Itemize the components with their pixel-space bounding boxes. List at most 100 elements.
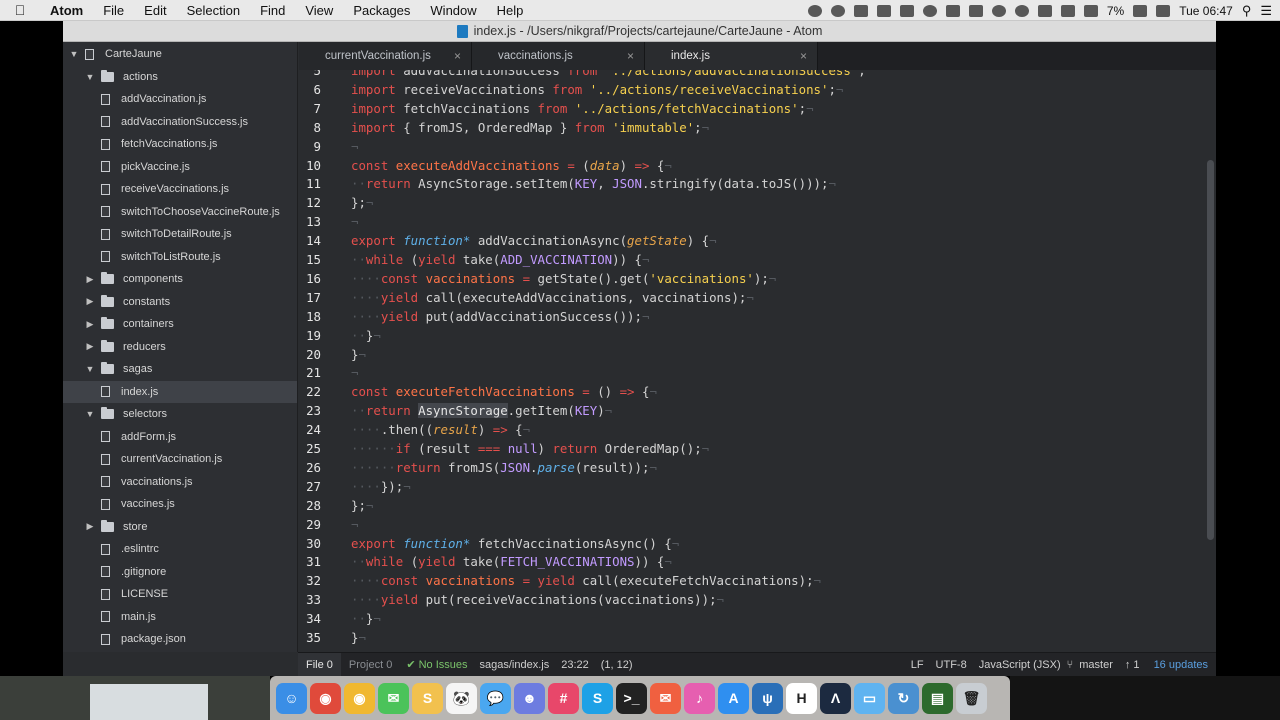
code-line[interactable]: 14 export function* addVaccinationAsync(g… — [299, 231, 1216, 250]
menu-atom[interactable]: Atom — [40, 0, 93, 21]
code-line[interactable]: 25 ······if (result === null) return Orde… — [299, 439, 1216, 458]
tree-file-currentvaccination-js[interactable]: currentVaccination.js — [63, 448, 297, 470]
selection-count[interactable]: (1, 12) — [595, 659, 639, 671]
tree-file-license[interactable]: LICENSE — [63, 583, 297, 605]
tree-file-vaccinations-js[interactable]: vaccinations.js — [63, 471, 297, 493]
code-line[interactable]: 30 export function* fetchVaccinationsAsyn… — [299, 534, 1216, 553]
tree-folder-store[interactable]: ▶ store — [63, 516, 297, 538]
line-ending[interactable]: LF — [905, 659, 930, 671]
chevron-down-icon[interactable]: ▼ — [69, 49, 79, 59]
messages-green-icon[interactable]: ✉ — [378, 682, 409, 714]
code-line[interactable]: 5 import addVaccinationSuccess from '../a… — [299, 70, 1216, 80]
code-line[interactable]: 9 ¬ — [299, 137, 1216, 156]
code-line[interactable]: 35}¬ — [299, 628, 1216, 647]
close-icon[interactable]: × — [454, 42, 461, 70]
clock[interactable]: Tue 06:47 — [1179, 4, 1233, 18]
tree-file-vaccines-js[interactable]: vaccines.js — [63, 493, 297, 515]
tree-folder-reducers[interactable]: ▶ reducers — [63, 336, 297, 358]
tree-folder-sagas[interactable]: ▼ sagas — [63, 358, 297, 380]
bluetooth-icon[interactable] — [1014, 4, 1029, 17]
tree-folder-components[interactable]: ▶ components — [63, 268, 297, 290]
pomodoro-icon[interactable] — [876, 4, 891, 17]
status-file-tab[interactable]: File 0 — [298, 652, 341, 677]
app-store-icon[interactable]: A — [718, 682, 749, 714]
tree-file-fetchvaccinations-js[interactable]: fetchVaccinations.js — [63, 133, 297, 155]
terminal-icon[interactable]: >_ — [616, 682, 647, 714]
tree-file-addform-js[interactable]: addForm.js — [63, 426, 297, 448]
code-line[interactable]: 19 ··}¬ — [299, 326, 1216, 345]
itunes-icon[interactable]: ♪ — [684, 682, 715, 714]
battery-percentage[interactable]: 7% — [1107, 4, 1124, 18]
menu-packages[interactable]: Packages — [343, 0, 420, 21]
tree-file-main-js[interactable]: main.js — [63, 606, 297, 628]
code-line[interactable]: 21 ¬ — [299, 363, 1216, 382]
code-editor[interactable]: 5 import addVaccinationSuccess from '../a… — [299, 70, 1216, 652]
tab-index-js[interactable]: index.js × — [645, 42, 818, 70]
close-icon[interactable]: × — [800, 42, 807, 70]
code-line[interactable]: 7 import fetchVaccinations from '../actio… — [299, 99, 1216, 118]
tree-file-switchtolistroute-js[interactable]: switchToListRoute.js — [63, 246, 297, 268]
chrome-canary-icon[interactable]: ◉ — [344, 682, 375, 714]
sketch-icon[interactable]: S — [412, 682, 443, 714]
butterfly-icon[interactable] — [899, 4, 914, 17]
menu-help[interactable]: Help — [487, 0, 534, 21]
code-line[interactable]: 17 ····yield call(executeAddVaccinations,… — [299, 288, 1216, 307]
linter-status[interactable]: ✔ No Issues — [400, 658, 473, 671]
time-machine-icon[interactable] — [991, 4, 1006, 17]
tree-folder-constants[interactable]: ▶ constants — [63, 291, 297, 313]
code-line[interactable]: 6 import receiveVaccinations from '../act… — [299, 80, 1216, 99]
code-line[interactable]: 31 ··while (yield take(FETCH_VACCINATIONS… — [299, 552, 1216, 571]
code-line[interactable]: 8 import { fromJS, OrderedMap } from 'imm… — [299, 118, 1216, 137]
code-line[interactable]: 11 ··return AsyncStorage.setItem(KEY, JSO… — [299, 174, 1216, 193]
screenshot-icon[interactable] — [807, 4, 822, 17]
menu-edit[interactable]: Edit — [134, 0, 176, 21]
sourcetree-icon[interactable]: ψ — [752, 682, 783, 714]
tree-file-addvaccinationsuccess-js[interactable]: addVaccinationSuccess.js — [63, 111, 297, 133]
tree-file-switchtodetailroute-js[interactable]: switchToDetailRoute.js — [63, 223, 297, 245]
tree-folder-containers[interactable]: ▶ containers — [63, 313, 297, 335]
tree-folder-actions[interactable]: ▼ actions — [63, 66, 297, 88]
istat-icon[interactable] — [968, 4, 983, 17]
folder-icon[interactable]: ▭ — [854, 682, 885, 714]
tree-file-pickvaccine-js[interactable]: pickVaccine.js — [63, 156, 297, 178]
status-project-tab[interactable]: Project 0 — [341, 653, 400, 677]
slack-icon[interactable]: # — [548, 682, 579, 714]
menu-selection[interactable]: Selection — [177, 0, 250, 21]
eject-icon[interactable] — [1037, 4, 1052, 17]
activity-icon[interactable]: ▤ — [922, 682, 953, 714]
spotlight-icon[interactable]: ⚲ — [1242, 3, 1252, 19]
notification-center-icon[interactable]: ☰ — [1260, 3, 1272, 19]
menu-find[interactable]: Find — [250, 0, 295, 21]
tree-file-package-json[interactable]: package.json — [63, 628, 297, 650]
mail-icon[interactable]: ✉ — [650, 682, 681, 714]
code-line[interactable]: 12};¬ — [299, 193, 1216, 212]
wifi-icon[interactable] — [1060, 4, 1075, 17]
grammar[interactable]: JavaScript (JSX) — [973, 659, 1067, 671]
airplay-icon[interactable] — [945, 4, 960, 17]
chevron-right-icon[interactable]: ▶ — [85, 319, 95, 330]
code-line[interactable]: 22 const executeFetchVaccinations = () =>… — [299, 382, 1216, 401]
tree-folder-selectors[interactable]: ▼ selectors — [63, 403, 297, 425]
messages-icon[interactable]: 💬 — [480, 682, 511, 714]
tower-icon[interactable]: ↻ — [888, 682, 919, 714]
tree-file-receivevaccinations-js[interactable]: receiveVaccinations.js — [63, 178, 297, 200]
menu-window[interactable]: Window — [420, 0, 486, 21]
tree-file-readme-md[interactable]: README.md — [63, 651, 297, 653]
encoding[interactable]: UTF-8 — [930, 659, 973, 671]
tree-file-index-js[interactable]: index.js — [63, 380, 297, 403]
code-line[interactable]: 32 ····const vaccinations = yield call(ex… — [299, 571, 1216, 590]
volume-icon[interactable] — [1083, 4, 1098, 17]
cloud-icon[interactable] — [922, 4, 937, 17]
battery-icon[interactable] — [1133, 4, 1148, 17]
chevron-right-icon[interactable]: ▶ — [85, 296, 95, 307]
harvest-icon[interactable]: H — [786, 682, 817, 714]
tree-file--gitignore[interactable]: .gitignore — [63, 561, 297, 583]
finder-icon[interactable]: ☺ — [276, 682, 307, 714]
input-flag-icon[interactable] — [1156, 4, 1171, 17]
chevron-right-icon[interactable]: ▶ — [85, 274, 95, 285]
chevron-down-icon[interactable]: ▼ — [85, 72, 95, 82]
code-line[interactable]: 34 ··}¬ — [299, 609, 1216, 628]
code-line[interactable]: 27 ····});¬ — [299, 477, 1216, 496]
code-line[interactable]: 10 const executeAddVaccinations = (data) … — [299, 156, 1216, 175]
atom-icon[interactable]: Λ — [820, 682, 851, 714]
